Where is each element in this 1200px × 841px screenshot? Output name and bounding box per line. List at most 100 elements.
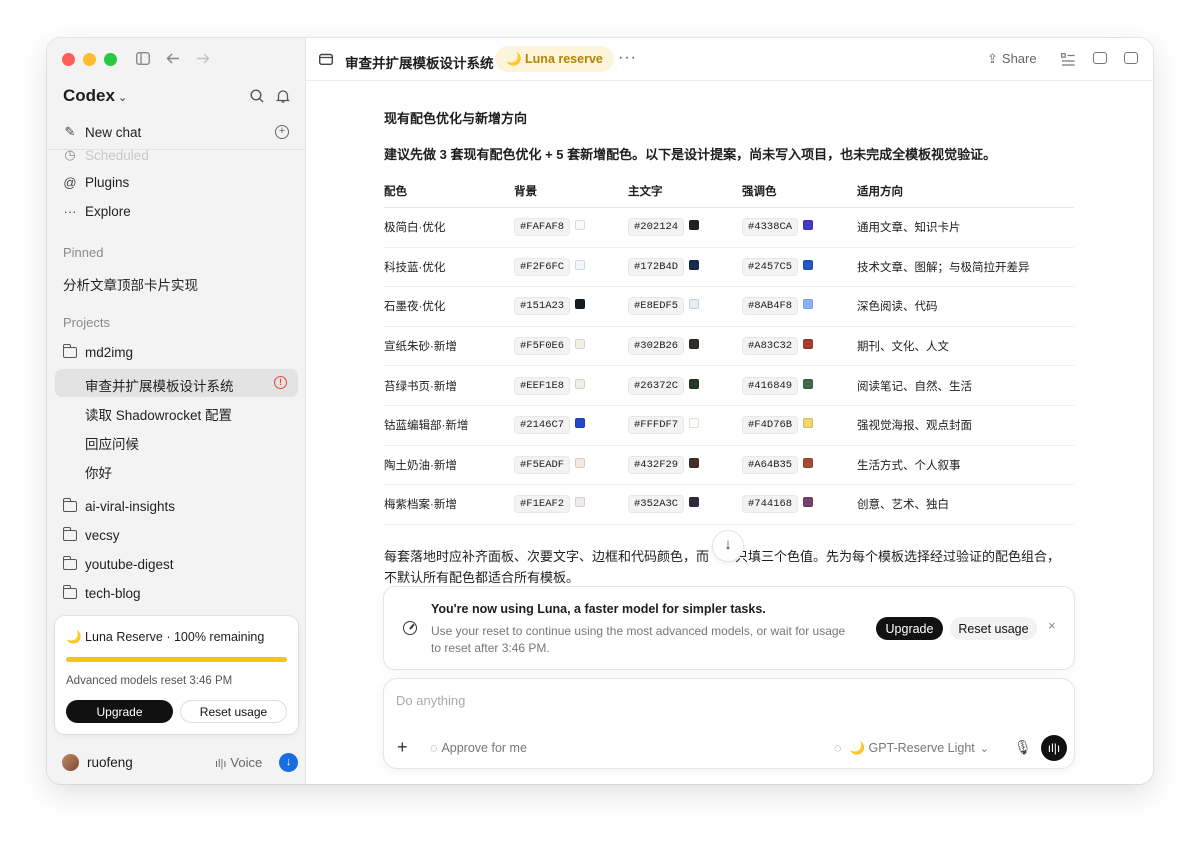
palette-name: 石墨夜·优化 xyxy=(384,301,446,314)
plugins-nav-item[interactable]: @ Plugins xyxy=(63,175,129,190)
model-label: 🌙 GPT-Reserve Light xyxy=(849,741,975,755)
notice-upgrade-button[interactable]: Upgrade xyxy=(876,617,943,640)
hex-code: #4338CA xyxy=(742,218,799,237)
hex-code: #F1EAF2 xyxy=(514,495,571,514)
new-chat-button[interactable]: ✎ New chat xyxy=(63,124,142,140)
color-swatch xyxy=(575,339,586,350)
notice-reset-usage-button[interactable]: Reset usage xyxy=(950,617,1037,640)
pinned-thread[interactable]: 分析文章顶部卡片实现 xyxy=(63,274,198,294)
voice-button[interactable]: ıl|ı Voice xyxy=(215,755,262,770)
color-swatch xyxy=(575,457,586,468)
prompt-input[interactable]: Do anything xyxy=(396,693,465,708)
hex-code: #302B26 xyxy=(628,337,685,356)
project-ai-viral-insights[interactable]: ai-viral-insights xyxy=(62,498,175,514)
user-profile[interactable]: ruofeng xyxy=(62,754,133,771)
hex-code: #416849 xyxy=(742,376,799,395)
project-md2img[interactable]: md2img xyxy=(62,344,134,360)
color-swatch xyxy=(575,418,586,429)
more-options-icon[interactable]: ··· xyxy=(618,49,637,67)
reset-usage-button[interactable]: Reset usage xyxy=(180,700,287,723)
thread-item[interactable]: 审查并扩展模板设计系统 xyxy=(85,375,234,395)
alert-icon: ! xyxy=(274,376,287,389)
add-attachment-icon[interactable]: + xyxy=(397,737,408,758)
table-cell: 强视觉海报、观点封面 xyxy=(857,405,1074,446)
search-icon[interactable] xyxy=(249,88,265,104)
projects-section-label: Projects xyxy=(63,315,110,330)
workspace-switcher[interactable]: Codex ⌄ xyxy=(63,86,127,106)
hex-code: #E8EDF5 xyxy=(628,297,685,316)
scroll-down-button[interactable]: ↓ xyxy=(713,531,743,561)
table-cell: #4338CA xyxy=(742,207,857,248)
back-arrow-icon[interactable] xyxy=(166,53,180,64)
thread-item[interactable]: 回应问候 xyxy=(85,433,139,453)
hex-code: #F2F6FC xyxy=(514,257,571,276)
usage-progress-fill xyxy=(66,657,287,662)
plus-circle-icon[interactable]: + xyxy=(275,125,289,139)
project-label: vecsy xyxy=(85,528,120,543)
column-header: 适用方向 xyxy=(857,183,1074,208)
intro-text: 建议先做 3 套现有配色优化 + 5 套新增配色。以下是设计提案，尚未写入项目，… xyxy=(384,147,997,162)
share-button[interactable]: ⇪ Share xyxy=(987,51,1037,67)
minimize-window-button[interactable] xyxy=(83,53,96,66)
table-row: 宣纸朱砂·新增 #F5F0E6 #302B26 #A83C32 期刊、文化、人文 xyxy=(384,326,1074,367)
project-label: md2img xyxy=(85,345,134,360)
folder-icon xyxy=(62,556,77,570)
table-cell: #EEF1E8 xyxy=(514,365,628,406)
color-swatch xyxy=(803,259,814,270)
share-label: Share xyxy=(1001,51,1037,66)
plugins-label: Plugins xyxy=(85,175,130,190)
table-cell: #202124 xyxy=(628,207,742,248)
table-cell: 深色阅读、代码 xyxy=(857,286,1074,327)
voice-send-button[interactable]: ıl|ı xyxy=(1041,735,1067,761)
maximize-window-button[interactable] xyxy=(104,53,117,66)
color-swatch xyxy=(575,259,586,270)
project-label: tech-blog xyxy=(85,586,141,601)
top-bar: 审查并扩展模板设计系统 🌙 Luna reserve ··· ⇪ Share xyxy=(306,38,1153,81)
panel-toggle-icon[interactable] xyxy=(1124,52,1138,64)
terminal-icon[interactable] xyxy=(1093,52,1107,64)
table-cell: #FAFAF8 xyxy=(514,207,628,248)
model-badge[interactable]: 🌙 Luna reserve xyxy=(495,46,614,72)
sidebar-toggle-icon[interactable] xyxy=(136,52,150,65)
column-header: 主文字 xyxy=(628,183,742,208)
explore-label: Explore xyxy=(85,204,131,219)
usage-progress-bar xyxy=(66,657,287,662)
hex-code: #FAFAF8 xyxy=(514,218,571,237)
hex-code: #F5F0E6 xyxy=(514,337,571,356)
table-cell: 苔绿书页·新增 xyxy=(384,365,514,406)
thread-item[interactable]: 读取 Shadowrocket 配置 xyxy=(85,404,232,424)
use-case: 深色阅读、代码 xyxy=(857,301,938,314)
table-cell: #2146C7 xyxy=(514,405,628,446)
download-icon[interactable]: ↓ xyxy=(279,753,298,772)
project-tech-blog[interactable]: tech-blog xyxy=(62,585,141,601)
palette-name: 钴蓝编辑部·新增 xyxy=(384,420,469,433)
forward-arrow-icon[interactable] xyxy=(196,53,210,64)
thread-item[interactable]: 你好 xyxy=(85,462,112,482)
microphone-icon[interactable]: 🎙 xyxy=(1014,739,1032,756)
table-cell: #F4D76B xyxy=(742,405,857,446)
close-icon[interactable]: × xyxy=(1048,618,1056,633)
project-youtube-digest[interactable]: youtube-digest xyxy=(62,556,174,572)
upgrade-button[interactable]: Upgrade xyxy=(66,700,173,723)
color-swatch xyxy=(689,457,700,468)
window-controls xyxy=(62,53,117,66)
close-window-button[interactable] xyxy=(62,53,75,66)
project-vecsy[interactable]: vecsy xyxy=(62,527,120,543)
table-row: 钴蓝编辑部·新增 #2146C7 #FFFDF7 #F4D76B 强视觉海报、观点封面 xyxy=(384,405,1074,446)
message-content: 现有配色优化与新增方向 建议先做 3 套现有配色优化 + 5 套新增配色。以下是… xyxy=(384,108,1076,588)
hex-code: #2457C5 xyxy=(742,257,799,276)
approve-toggle[interactable]: ◌ Approve for me xyxy=(430,741,527,755)
color-swatch xyxy=(803,339,814,350)
arrow-down-icon: ↓ xyxy=(724,536,732,553)
explore-nav-item[interactable]: ··· Explore xyxy=(63,204,131,219)
palette-name: 梅紫档案·新增 xyxy=(384,499,457,512)
table-header-row: 配色 背景 主文字 强调色 适用方向 xyxy=(384,183,1074,208)
model-selector[interactable]: ◌ 🌙 GPT-Reserve Light ⌄ xyxy=(834,741,989,756)
color-swatch xyxy=(689,299,700,310)
color-swatch xyxy=(689,378,700,389)
list-icon[interactable] xyxy=(1061,53,1075,66)
bell-icon[interactable] xyxy=(275,88,291,104)
folder-icon xyxy=(62,527,77,541)
table-cell: 技术文章、图解；与极简拉开差异 xyxy=(857,247,1074,288)
table-row: 科技蓝·优化 #F2F6FC #172B4D #2457C5 技术文章、图解；与极简拉开… xyxy=(384,247,1074,288)
